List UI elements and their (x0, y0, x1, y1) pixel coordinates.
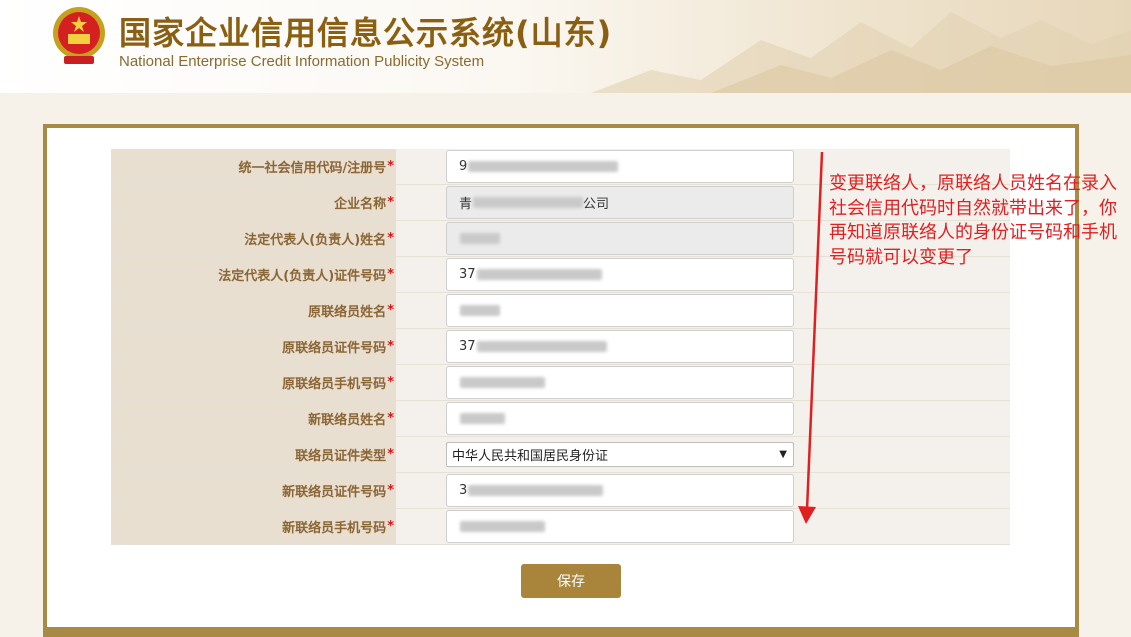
old-contact-phone-input[interactable] (446, 366, 794, 399)
form-row: 新联络员姓名 * (111, 401, 1010, 437)
id-type-select[interactable]: 中华人民共和国居民身份证 ▼ (446, 442, 794, 467)
system-subtitle: National Enterprise Credit Information P… (119, 53, 485, 70)
new-contact-phone-input[interactable] (446, 510, 794, 543)
field-label: 统一社会信用代码/注册号 * (111, 149, 396, 184)
form-row: 原联络员证件号码 * 37 (111, 329, 1010, 365)
field-label: 联络员证件类型 * (111, 437, 396, 472)
site-header: 国家企业信用信息公示系统(山东) National Enterprise Cre… (0, 0, 1131, 93)
panel-bottom-border (43, 627, 1079, 637)
company-name-input: 青公司 (446, 186, 794, 219)
old-contact-id-input[interactable]: 37 (446, 330, 794, 363)
field-label: 原联络员证件号码 * (111, 329, 396, 364)
legal-rep-name-input (446, 222, 794, 255)
mountain-illustration (591, 12, 1131, 93)
chevron-down-icon: ▼ (779, 449, 787, 460)
field-label: 新联络员手机号码 * (111, 509, 396, 544)
field-label: 新联络员姓名 * (111, 401, 396, 436)
save-button[interactable]: 保存 (521, 564, 621, 598)
annotation-note: 变更联络人，原联络人员姓名在录入社会信用代码时自然就带出来了，你再知道原联络人的… (829, 173, 1117, 268)
form-row: 原联络员姓名 * (111, 293, 1010, 329)
form-row: 新联络员证件号码 * 3 (111, 473, 1010, 509)
field-label: 企业名称 * (111, 185, 396, 220)
form-row: 新联络员手机号码 * (111, 509, 1010, 545)
field-label: 原联络员手机号码 * (111, 365, 396, 400)
field-label: 法定代表人(负责人)姓名 * (111, 221, 396, 256)
legal-rep-id-input[interactable]: 37 (446, 258, 794, 291)
national-emblem-icon (53, 7, 105, 64)
field-label: 法定代表人(负责人)证件号码 * (111, 257, 396, 292)
old-contact-name-input[interactable] (446, 294, 794, 327)
form-row: 原联络员手机号码 * (111, 365, 1010, 401)
red-arrow-annotation (798, 151, 824, 524)
field-label: 原联络员姓名 * (111, 293, 396, 328)
form-row: 联络员证件类型 * 中华人民共和国居民身份证 ▼ (111, 437, 1010, 473)
field-label: 新联络员证件号码 * (111, 473, 396, 508)
system-title: 国家企业信用信息公示系统(山东) (119, 14, 613, 52)
credit-code-input[interactable]: 9 (446, 150, 794, 183)
new-contact-id-input[interactable]: 3 (446, 474, 794, 507)
new-contact-name-input[interactable] (446, 402, 794, 435)
